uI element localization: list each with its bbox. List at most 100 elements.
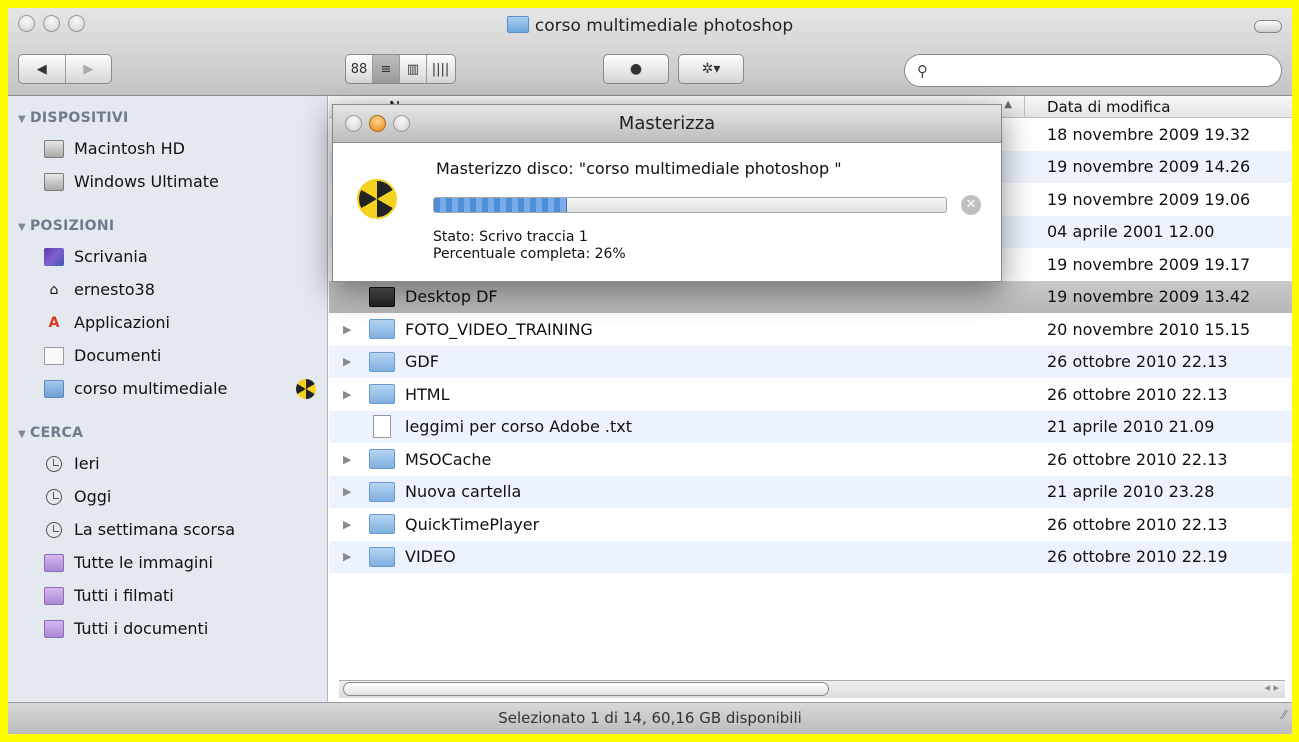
sidebar-item-scrivania[interactable]: Scrivania <box>8 240 327 273</box>
file-name: QuickTimePlayer <box>405 514 540 534</box>
folder-icon <box>506 16 529 33</box>
disclosure-triangle-icon: ▼ <box>18 114 26 125</box>
applications-icon: A <box>48 314 60 331</box>
sort-ascending-icon: ▲ <box>1004 99 1012 110</box>
eye-icon: ● <box>629 61 643 77</box>
burn-message: Masterizzo disco: "corso multimediale ph… <box>436 159 842 178</box>
sidebar-item-tutti-i-filmati[interactable]: Tutti i filmati <box>8 579 327 612</box>
folder-icon <box>369 351 395 372</box>
file-date: 26 ottobre 2010 22.13 <box>1047 384 1228 404</box>
window-title: corso multimediale photoshop <box>8 16 1292 36</box>
sidebar-item-tutte-le-immagini[interactable]: Tutte le immagini <box>8 546 327 579</box>
table-row[interactable]: ▶ VIDEO 26 ottobre 2010 22.19 <box>329 540 1292 573</box>
file-date: 26 ottobre 2010 22.13 <box>1047 449 1228 469</box>
sidebar-section-posizioni[interactable]: ▼ POSIZIONI <box>18 218 327 234</box>
sidebar-item-applicazioni[interactable]: A Applicazioni <box>8 306 327 339</box>
percent-line: Percentuale completa: 26% <box>433 246 626 262</box>
search-field[interactable]: ⚲ <box>904 54 1282 87</box>
table-row[interactable]: ▶ GDF 26 ottobre 2010 22.13 <box>329 345 1292 378</box>
sidebar-item-documenti[interactable]: Documenti <box>8 339 327 372</box>
quicklook-button[interactable]: ● <box>603 54 669 84</box>
icon-view-button[interactable]: 88 <box>346 55 373 83</box>
disclosure-triangle-icon[interactable]: ▶ <box>343 485 355 498</box>
clock-icon <box>46 488 62 505</box>
dialog-zoom-button[interactable] <box>393 115 410 132</box>
file-name: GDF <box>405 352 439 372</box>
status-bar: Selezionato 1 di 14, 60,16 GB disponibil… <box>8 702 1292 734</box>
back-button[interactable]: ◀ <box>19 55 66 83</box>
documents-icon <box>44 346 64 365</box>
table-row[interactable]: ▶ FOTO_VIDEO_TRAINING 20 novembre 2010 15.… <box>329 313 1292 346</box>
table-row[interactable]: ▶ Nuova cartella 21 aprile 2010 23.28 <box>329 475 1292 508</box>
date-column-header[interactable]: Data di modifica <box>1047 98 1170 116</box>
file-date: 26 ottobre 2010 22.19 <box>1047 547 1228 567</box>
status-line: Stato: Scrivo traccia 1 <box>433 229 588 245</box>
home-icon: ⌂ <box>49 281 59 298</box>
table-row[interactable]: Desktop DF 19 novembre 2009 13.42 <box>329 280 1292 313</box>
file-date: 26 ottobre 2010 22.13 <box>1047 352 1228 372</box>
burn-progress-bar <box>433 197 947 213</box>
clock-icon <box>46 521 62 538</box>
disclosure-triangle-icon[interactable]: ▶ <box>343 550 355 563</box>
sidebar-item-ernesto38[interactable]: ⌂ ernesto38 <box>8 273 327 306</box>
sidebar-item-tutti-i-documenti[interactable]: Tutti i documenti <box>8 612 327 645</box>
sidebar-section-cerca[interactable]: ▼ CERCA <box>18 425 327 441</box>
file-date: 26 ottobre 2010 22.13 <box>1047 514 1228 534</box>
status-text: Selezionato 1 di 14, 60,16 GB disponibil… <box>498 709 802 727</box>
back-forward-control: ◀ ▶ <box>18 54 112 84</box>
search-input[interactable] <box>934 62 1281 79</box>
disclosure-triangle-icon[interactable]: ▶ <box>343 355 355 368</box>
disclosure-triangle-icon[interactable]: ▶ <box>343 518 355 531</box>
sidebar-item-oggi[interactable]: Oggi <box>8 480 327 513</box>
sidebar-item-corso-multimediale[interactable]: corso multimediale <box>8 372 327 405</box>
file-name: FOTO_VIDEO_TRAINING <box>405 319 593 339</box>
list-view-button[interactable]: ≡ <box>373 55 400 83</box>
disclosure-triangle-icon[interactable]: ▶ <box>343 453 355 466</box>
hard-drive-icon <box>44 139 64 158</box>
burn-dialog: Masterizza Masterizzo disco: "corso mult… <box>332 104 1002 282</box>
resize-grip-icon[interactable]: ⁄⁄ <box>1282 700 1286 730</box>
dialog-titlebar: Masterizza <box>333 105 1001 143</box>
scrollbar-thumb[interactable] <box>343 682 829 696</box>
burn-status: Stato: Scrivo traccia 1 Percentuale comp… <box>433 229 626 263</box>
dialog-title: Masterizza <box>618 113 716 134</box>
table-row[interactable]: leggimi per corso Adobe .txt 21 aprile 20… <box>329 410 1292 443</box>
scroll-arrows-icon[interactable]: ◂ ▸ <box>1264 681 1279 694</box>
gear-icon: ✲▾ <box>701 61 721 77</box>
column-view-button[interactable]: ▥ <box>400 55 427 83</box>
smart-folder-icon <box>44 619 64 638</box>
folder-icon <box>369 319 395 340</box>
cancel-burn-button[interactable]: ✕ <box>961 195 981 215</box>
sidebar-item-macintosh-hd[interactable]: Macintosh HD <box>8 132 327 165</box>
dialog-minimize-button[interactable] <box>369 115 386 132</box>
table-row[interactable]: ▶ QuickTimePlayer 26 ottobre 2010 22.13 <box>329 508 1292 541</box>
disclosure-triangle-icon[interactable]: ▶ <box>343 323 355 336</box>
sidebar-item-ieri[interactable]: Ieri <box>8 447 327 480</box>
file-date: 19 novembre 2009 13.42 <box>1047 287 1251 307</box>
file-name: Nuova cartella <box>405 482 522 502</box>
desktop-icon <box>44 247 64 266</box>
table-row[interactable]: ▶ HTML 26 ottobre 2010 22.13 <box>329 378 1292 411</box>
horizontal-scrollbar[interactable]: ◂ ▸ <box>339 680 1285 698</box>
dialog-close-button[interactable] <box>345 115 362 132</box>
sidebar-item-settimana-scorsa[interactable]: La settimana scorsa <box>8 513 327 546</box>
smart-folder-icon <box>44 586 64 605</box>
coverflow-view-button[interactable]: |||| <box>427 55 454 83</box>
file-name: VIDEO <box>405 547 456 567</box>
folder-icon <box>369 481 395 502</box>
table-row[interactable]: ▶ MSOCache 26 ottobre 2010 22.13 <box>329 443 1292 476</box>
action-menu-button[interactable]: ✲▾ <box>678 54 744 84</box>
smart-folder-icon <box>44 553 64 572</box>
file-date: 20 novembre 2010 15.15 <box>1047 319 1251 339</box>
sidebar-section-dispositivi[interactable]: ▼ DISPOSITIVI <box>18 110 327 126</box>
folder-icon <box>369 546 395 567</box>
toolbar-toggle-button[interactable] <box>1254 20 1282 33</box>
disclosure-triangle-icon: ▼ <box>18 429 26 440</box>
burn-icon[interactable] <box>296 378 316 399</box>
sidebar-item-windows-ultimate[interactable]: Windows Ultimate <box>8 165 327 198</box>
forward-button[interactable]: ▶ <box>66 55 112 83</box>
disclosure-triangle-icon[interactable]: ▶ <box>343 388 355 401</box>
clock-icon <box>46 455 62 472</box>
dialog-window-controls <box>345 115 410 132</box>
file-name: Desktop DF <box>405 287 498 307</box>
